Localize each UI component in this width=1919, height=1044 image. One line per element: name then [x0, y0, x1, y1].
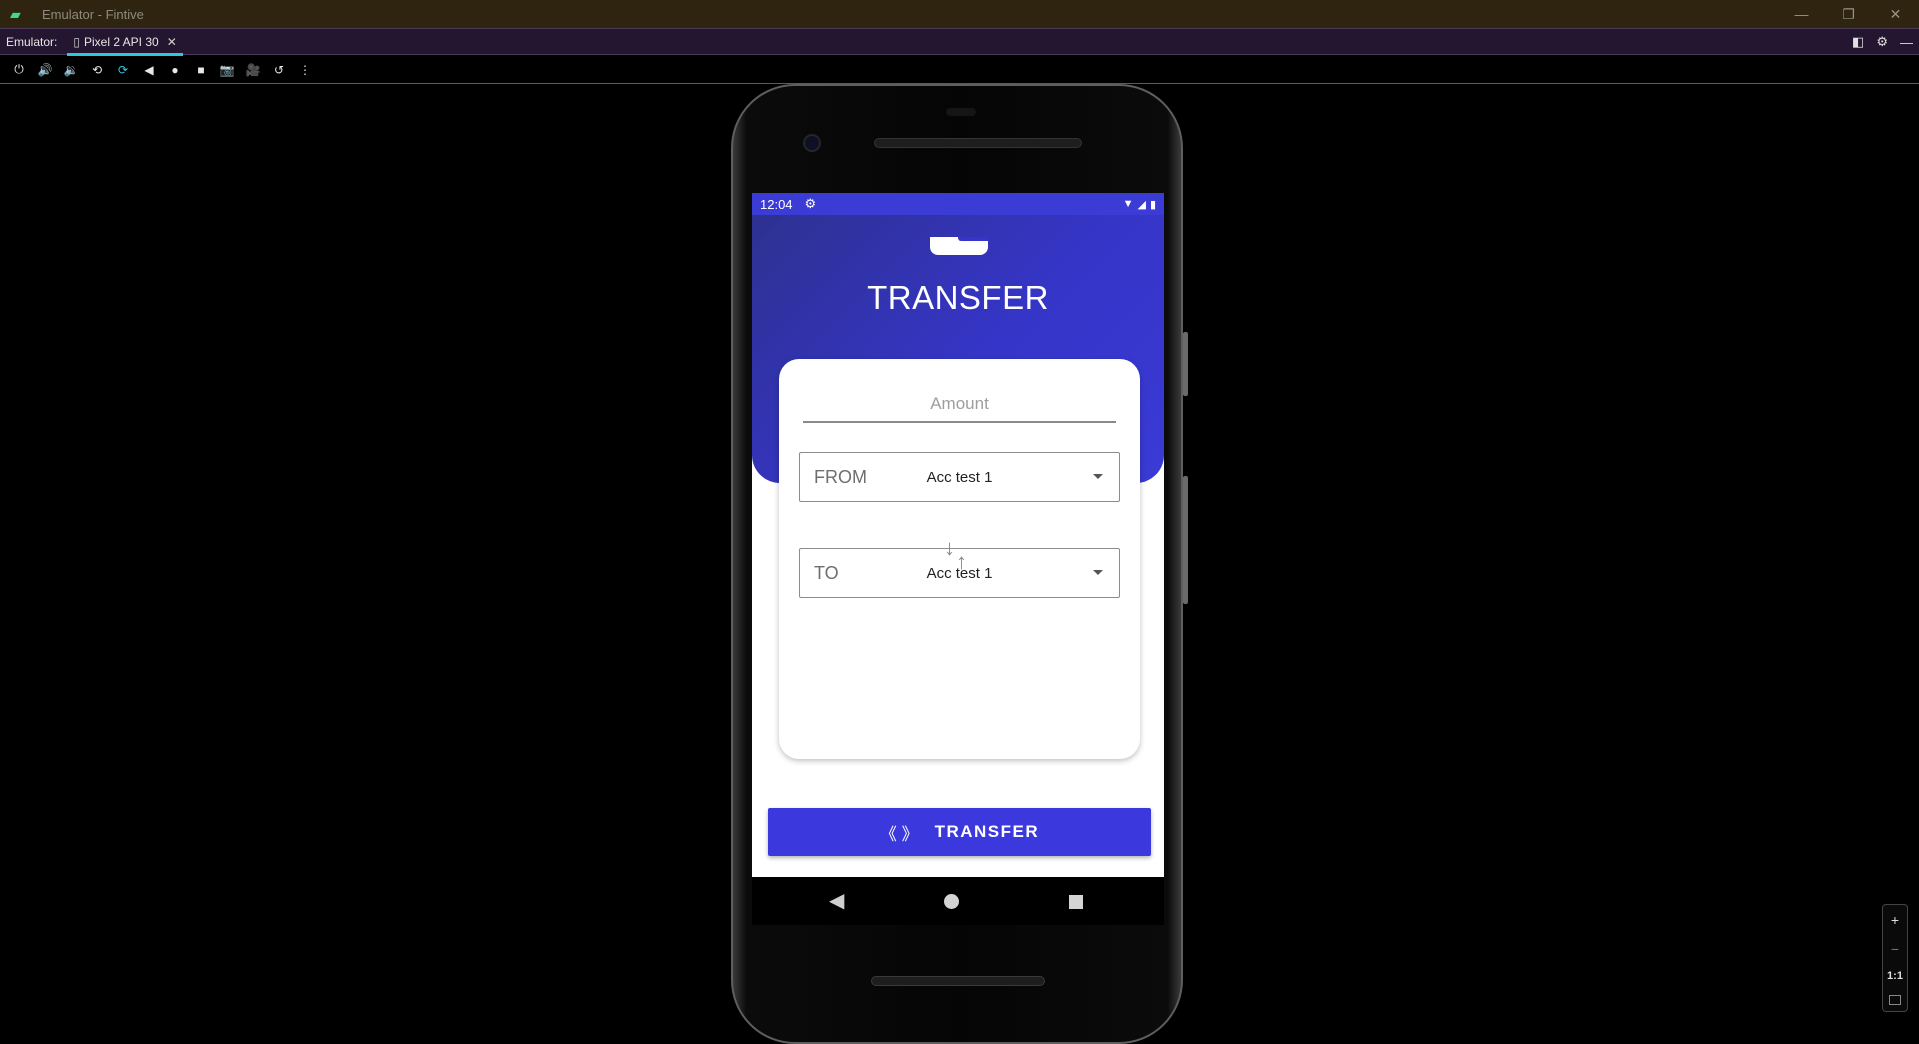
status-bar: 12:04 ⚙ ▼ ◢ ▮ [752, 193, 1164, 215]
transfer-chevrons-icon: 《 》 [879, 824, 919, 844]
front-camera-icon [803, 134, 821, 152]
android-icon: ▰ [10, 6, 21, 22]
bottom-speaker [871, 976, 1045, 986]
page-title: TRANSFER [867, 279, 1049, 316]
power-icon[interactable]: ⏻ [6, 58, 32, 82]
volume-up-icon[interactable]: 🔊 [32, 58, 58, 82]
power-side-button[interactable] [1183, 332, 1188, 396]
nav-back-icon[interactable]: ◀ [829, 891, 844, 911]
home-icon[interactable]: ● [162, 58, 188, 82]
wallet-icon [930, 237, 988, 255]
from-account-value: Acc test 1 [926, 468, 993, 486]
amount-input[interactable] [803, 389, 1116, 419]
window-controls: — ❐ ✕ [1778, 0, 1919, 28]
close-icon[interactable]: ✕ [1872, 0, 1919, 28]
emulator-toolbar: ⏻ 🔊 🔉 ⟲ ⟳ ◀ ● ■ 📷 🎥 ↺ ⋮ [0, 56, 1919, 84]
more-icon[interactable]: ⋮ [292, 58, 318, 82]
tab-close-icon[interactable]: ✕ [167, 35, 177, 49]
nav-home-icon[interactable] [944, 894, 959, 909]
amount-field [803, 389, 1116, 423]
zoom-out-icon[interactable]: − [1891, 941, 1899, 957]
window-title: Emulator - Fintive [42, 6, 144, 22]
window-mode-icon[interactable]: ◧ [1852, 34, 1864, 50]
battery-icon: ▮ [1149, 198, 1156, 211]
volume-side-button[interactable] [1183, 476, 1188, 604]
android-nav-bar: ◀ [752, 877, 1164, 925]
earpiece-speaker [874, 138, 1082, 148]
chevron-down-icon [1093, 570, 1103, 575]
from-account-select[interactable]: FROM Acc test 1 [799, 452, 1120, 502]
window-titlebar: ▰ Emulator - Fintive — ❐ ✕ [0, 0, 1919, 28]
hide-panel-icon[interactable]: — [1900, 35, 1913, 50]
to-account-value: Acc test 1 [926, 564, 993, 582]
zoom-fit-icon[interactable] [1889, 994, 1901, 1005]
transfer-button-label: TRANSFER [934, 822, 1040, 841]
tab-pixel-2[interactable]: ▯ Pixel 2 API 30 ✕ [67, 29, 184, 56]
transfer-card: FROM Acc test 1 ↓ ↑ TO Acc test 1 [779, 359, 1140, 759]
device-screen: TRANSFER 12:04 ⚙ ▼ ◢ ▮ FROM Acc test 1 ↓… [752, 193, 1164, 877]
tab-label: Pixel 2 API 30 [83, 34, 159, 49]
emulator-label: Emulator: [6, 34, 58, 49]
zoom-in-icon[interactable]: + [1891, 912, 1899, 928]
status-time: 12:04 [760, 196, 793, 212]
chevron-down-icon [1093, 474, 1103, 479]
zoom-actual-size-button[interactable]: 1:1 [1887, 970, 1903, 982]
system-icons: ▼ ◢ ▮ [1123, 193, 1156, 215]
rotate-left-icon[interactable]: ⟲ [84, 58, 110, 82]
settings-notification-icon: ⚙ [804, 196, 817, 211]
overview-icon[interactable]: ■ [188, 58, 214, 82]
tabbar-actions: ◧ ⚙ — [1852, 29, 1913, 55]
sensor [946, 108, 976, 116]
restore-icon[interactable]: ❐ [1825, 0, 1872, 28]
minimize-icon[interactable]: — [1778, 0, 1825, 28]
to-account-select[interactable]: TO Acc test 1 [799, 548, 1120, 598]
zoom-controls: + − 1:1 [1882, 904, 1908, 1012]
signal-icon: ◢ [1137, 198, 1146, 211]
nav-recents-icon[interactable] [1069, 895, 1083, 909]
device-icon: ▯ [73, 34, 80, 49]
wifi-icon: ▼ [1122, 198, 1134, 210]
snapshot-icon[interactable]: ↺ [266, 58, 292, 82]
record-icon[interactable]: 🎥 [240, 58, 266, 82]
volume-down-icon[interactable]: 🔉 [58, 58, 84, 82]
transfer-button[interactable]: 《 》 TRANSFER [768, 808, 1151, 856]
settings-gear-icon[interactable]: ⚙ [1876, 34, 1888, 50]
emulator-tabbar: Emulator: ▯ Pixel 2 API 30 ✕ ◧ ⚙ — [0, 28, 1919, 56]
back-icon[interactable]: ◀ [136, 58, 162, 82]
rotate-right-icon[interactable]: ⟳ [110, 58, 136, 82]
camera-icon[interactable]: 📷 [214, 58, 240, 82]
